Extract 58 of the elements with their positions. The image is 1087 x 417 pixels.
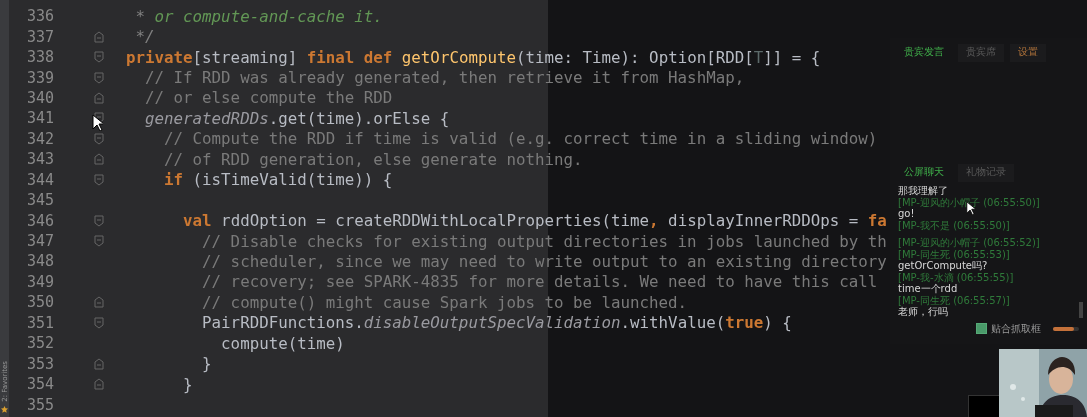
code-line: PairRDDFunctions.disableOutputSpecValidation.withValue(true) {: [201, 313, 792, 333]
code-line: compute(time): [220, 333, 345, 353]
chat-message: getOrCompute吗?: [898, 260, 988, 272]
chat-username: [MP-同生死 (06:55:53)]: [898, 248, 1010, 260]
panel-tab[interactable]: 设置: [1010, 44, 1046, 62]
code-line: if (isTimeValid(time)) {: [163, 170, 393, 190]
code-line: */: [134, 27, 155, 47]
line-number: 338: [25, 48, 54, 67]
chat-username: [MP-我-水滴 (06:55:55)]: [898, 271, 1014, 283]
opacity-slider[interactable]: [1053, 326, 1079, 331]
code-line: }: [182, 374, 193, 394]
code-line: // Disable checks for existing output directories in jobs launched by th: [201, 231, 887, 251]
line-number: 349: [25, 272, 54, 291]
code-line: * or compute-and-cache it.: [134, 6, 383, 26]
line-number: 350: [25, 293, 54, 312]
checkbox-label: 贴合抓取框: [991, 321, 1041, 336]
panel-tab[interactable]: 贵宾发言: [896, 44, 952, 62]
chat-username: [MP-迎风的小帽子 (06:55:52)]: [898, 237, 1040, 249]
line-number: 340: [25, 88, 54, 107]
line-number: 353: [25, 354, 54, 373]
code-line: generatedRDDs.get(time).orElse {: [144, 108, 450, 128]
chat-username: [MP-同生死 (06:55:57)]: [898, 294, 1010, 306]
line-number: 346: [25, 211, 54, 230]
line-number: 341: [25, 109, 54, 128]
code-line: private[streaming] final def getOrCompute(time: Time): Option[RDD[T]] = {: [126, 47, 821, 67]
chat-username: [MP-我不是 (06:55:50)]: [898, 219, 1010, 231]
code-line: // of RDD generation, else generate nothing.: [163, 149, 583, 169]
chat-message: go!: [898, 208, 915, 220]
chat-tab[interactable]: 公屏聊天: [896, 164, 952, 182]
video-frame: [968, 395, 1002, 417]
line-number: 342: [25, 129, 54, 148]
code-line: // recovery; see SPARK-4835 for more details. We need to have this call: [201, 272, 878, 292]
checkbox[interactable]: [976, 323, 987, 334]
line-number: 343: [25, 150, 54, 169]
chat-message: 老师，行吗: [898, 306, 948, 318]
line-number: 345: [25, 191, 54, 210]
chat-message: 那我理解了: [898, 185, 948, 197]
line-number: 355: [25, 395, 54, 414]
line-number: 347: [25, 232, 54, 251]
line-number: 351: [25, 313, 54, 332]
code-line: // scheduler, since we may need to write output to an existing directory: [201, 251, 887, 271]
mouse-pointer-icon: [92, 114, 103, 131]
line-number: 354: [25, 375, 54, 394]
line-number: 336: [25, 7, 54, 26]
line-number: 348: [25, 252, 54, 271]
chat-message: time一个rdd: [898, 283, 958, 295]
scrollbar-thumb[interactable]: [1079, 301, 1083, 318]
line-number: 339: [25, 68, 54, 87]
code-line: val rddOption = createRDDWithLocalProperties(time, displayInnerRDDOps = fa: [182, 211, 887, 231]
code-line: // compute() might cause Spark jobs to be launched.: [201, 292, 688, 312]
star-icon: [1, 406, 8, 413]
code-line: // If RDD was already generated, then retrieve it from HashMap,: [144, 68, 745, 88]
line-number: 337: [25, 27, 54, 46]
code-line: }: [201, 354, 212, 374]
code-line: // or else compute the RDD: [144, 88, 393, 108]
line-number: 352: [25, 334, 54, 353]
line-number: 344: [25, 170, 54, 189]
code-line: // Compute the RDD if time is valid (e.g. correct time in a sliding window): [163, 129, 878, 149]
